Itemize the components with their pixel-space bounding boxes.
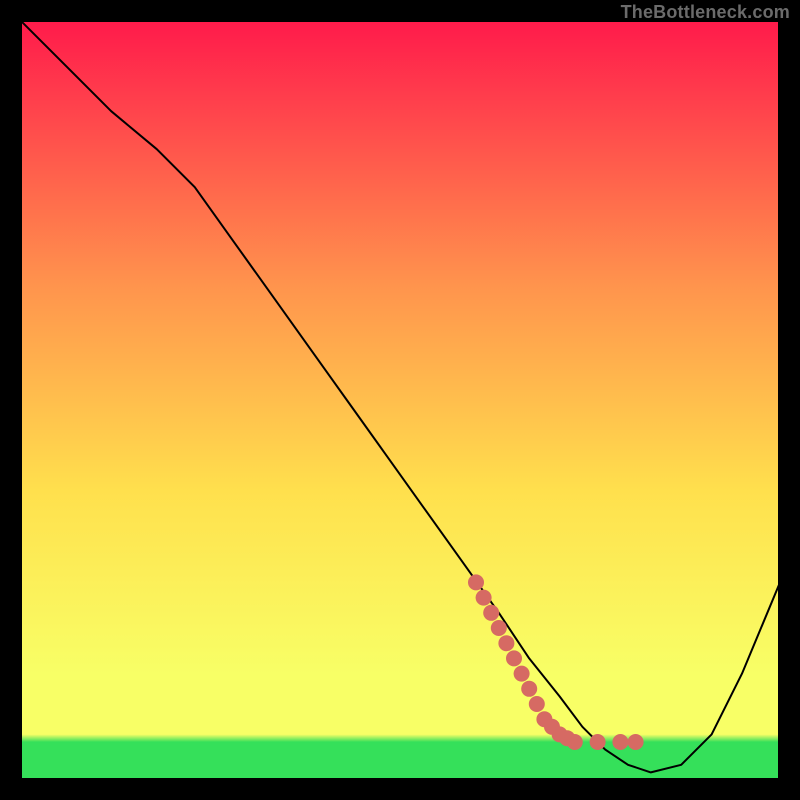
highlight-marker [628, 734, 644, 750]
highlight-marker [514, 666, 530, 682]
highlight-marker [590, 734, 606, 750]
bottleneck-chart [20, 20, 780, 780]
highlight-marker [612, 734, 628, 750]
chart-background [20, 20, 780, 780]
highlight-marker [567, 734, 583, 750]
highlight-marker [483, 605, 499, 621]
highlight-marker [468, 574, 484, 590]
highlight-marker [491, 620, 507, 636]
highlight-marker [521, 681, 537, 697]
highlight-marker [498, 635, 514, 651]
highlight-marker [529, 696, 545, 712]
highlight-marker [476, 590, 492, 606]
highlight-marker [506, 650, 522, 666]
